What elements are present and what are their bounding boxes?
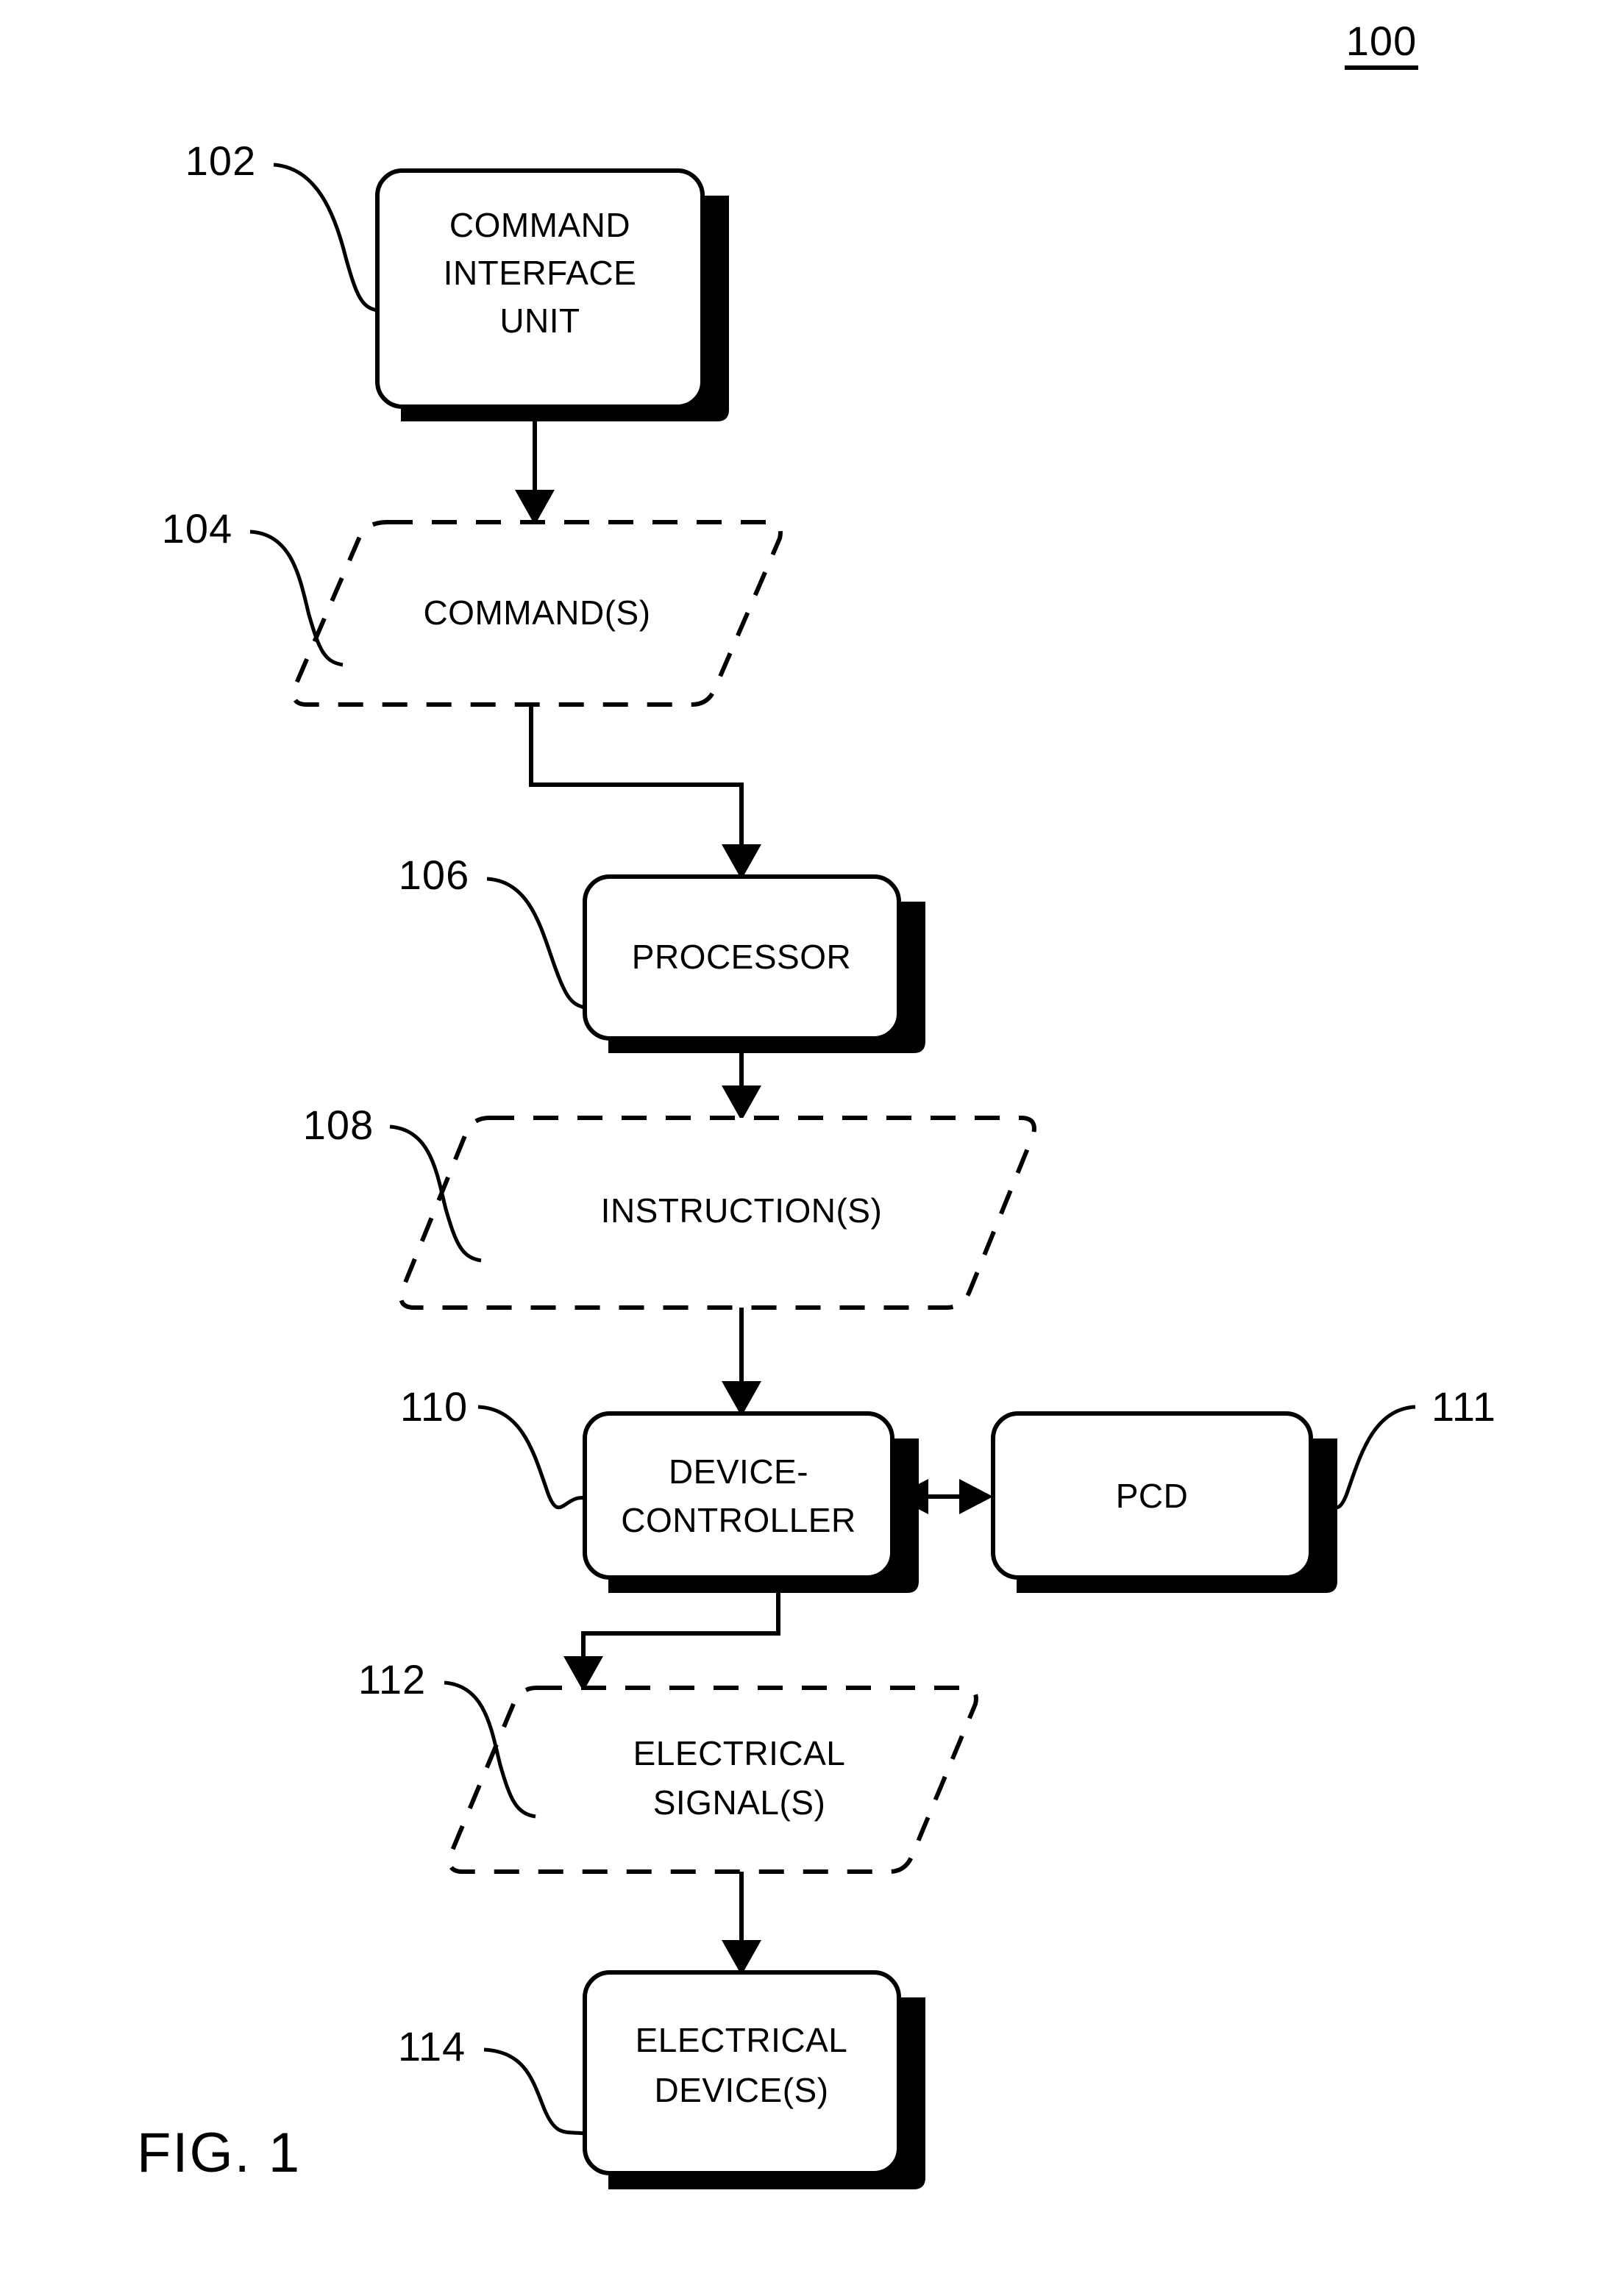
node-command-interface-unit[interactable]: COMMAND INTERFACE UNIT: [375, 168, 729, 421]
reference-number-112: 112: [358, 1656, 426, 1703]
reference-number-106: 106: [399, 852, 469, 898]
node-device-controller[interactable]: DEVICE- CONTROLLER: [583, 1411, 919, 1593]
node-pcd[interactable]: PCD: [991, 1411, 1337, 1593]
leader-106: 106: [399, 852, 586, 1010]
node-electrical-devices[interactable]: ELECTRICAL DEVICE(S): [583, 1970, 925, 2189]
reference-number-110: 110: [400, 1383, 468, 1430]
leader-line-106: [486, 877, 586, 1010]
leader-114: 114: [398, 2023, 586, 2136]
connector-commands-to-processor: [529, 705, 761, 880]
connector-instructions-to-device-controller: [722, 1308, 761, 1416]
reference-number-111: 111: [1431, 1383, 1496, 1430]
command-interface-unit-label-line3: UNIT: [499, 302, 580, 340]
arrowhead-commands-processor: [722, 844, 761, 880]
system-reference-100: 100: [1345, 18, 1418, 70]
figure-canvas: 100 COMMAND INTERFACE UNIT 102 COMMAND(S…: [137, 18, 1496, 2189]
electrical-devices-label-line2: DEVICE(S): [654, 2071, 828, 2109]
reference-number-114: 114: [398, 2023, 466, 2069]
electrical-signals-label-line1: ELECTRICAL: [633, 1734, 846, 1772]
pcd-label: PCD: [1116, 1477, 1189, 1515]
arrowhead-ciu-commands: [515, 490, 555, 525]
node-commands[interactable]: COMMAND(S): [291, 520, 783, 707]
leader-line-110: [477, 1405, 586, 1510]
processor-label: PROCESSOR: [632, 938, 851, 976]
leader-111: 111: [1310, 1383, 1496, 1510]
arrowhead-processor-instructions: [722, 1085, 761, 1121]
reference-number-102: 102: [185, 138, 256, 184]
device-controller-box[interactable]: [583, 1411, 894, 1580]
node-processor[interactable]: PROCESSOR: [583, 874, 925, 1053]
arrowhead-signals-devices: [722, 1940, 761, 1975]
electrical-signals-label-line2: SIGNAL(S): [653, 1783, 826, 1822]
arrowhead-instructions-device-controller: [722, 1381, 761, 1416]
connector-pcd-to-electrical-signals: [563, 1593, 780, 1691]
leader-110: 110: [400, 1383, 586, 1510]
reference-number-104: 104: [162, 505, 232, 552]
command-interface-unit-label-line1: COMMAND: [449, 206, 630, 244]
device-controller-label-line1: DEVICE-: [669, 1452, 808, 1491]
leader-line-102: [273, 163, 378, 313]
arrowhead-right-device-controller-pcd: [959, 1479, 993, 1514]
figure-caption: FIG. 1: [137, 2122, 301, 2184]
node-instructions[interactable]: INSTRUCTION(S): [399, 1116, 1036, 1310]
leader-line-114: [483, 2047, 586, 2136]
leader-102: 102: [185, 138, 378, 313]
commands-label: COMMAND(S): [423, 593, 650, 632]
connector-ciu-to-commands: [515, 416, 555, 525]
patent-figure-page: 100 COMMAND INTERFACE UNIT 102 COMMAND(S…: [0, 0, 1622, 2296]
reference-number-108: 108: [303, 1102, 374, 1148]
electrical-devices-label-line1: ELECTRICAL: [636, 2021, 848, 2059]
system-reference-number: 100: [1346, 18, 1417, 64]
device-controller-label-line2: CONTROLLER: [621, 1501, 856, 1539]
electrical-signals-parallelogram[interactable]: [447, 1686, 978, 1874]
node-electrical-signals[interactable]: ELECTRICAL SIGNAL(S): [447, 1686, 978, 1874]
connector-line-commands-processor: [529, 705, 744, 848]
leader-104: 104: [162, 505, 344, 667]
instructions-label: INSTRUCTION(S): [601, 1191, 883, 1230]
command-interface-unit-label-line2: INTERFACE: [444, 254, 637, 292]
connector-line-pcd-electrical-signals: [581, 1593, 780, 1659]
connector-electrical-signals-to-devices: [722, 1872, 761, 1975]
connector-processor-to-instructions: [722, 1048, 761, 1121]
